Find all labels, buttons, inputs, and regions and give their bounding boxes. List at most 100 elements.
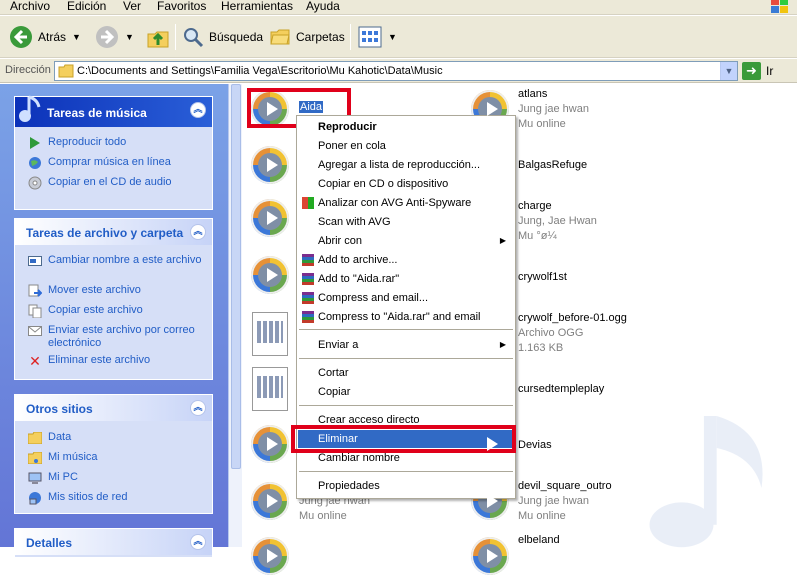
menu-item-add-playlist[interactable]: Agregar a lista de reproducción... (298, 156, 514, 174)
folder-icon (58, 64, 74, 78)
other-places-header[interactable]: Otros sitios ︽ (15, 395, 212, 421)
back-dropdown-icon[interactable]: ▼ (72, 32, 81, 42)
forward-dropdown-icon[interactable]: ▼ (125, 32, 134, 42)
file-item[interactable] (252, 312, 288, 356)
file-tasks-header[interactable]: Tareas de archivo y carpeta ︽ (15, 219, 212, 245)
rename-file-link[interactable]: Cambiar nombre a este archivo (27, 254, 202, 268)
place-network-link[interactable]: Mis sitios de red (27, 491, 127, 505)
menu-bar: Archivo Edición Ver Favoritos Herramient… (0, 0, 797, 15)
details-header[interactable]: Detalles ︽ (15, 529, 212, 555)
file-item[interactable] (251, 199, 289, 237)
place-my-pc-link[interactable]: Mi PC (27, 471, 78, 485)
menu-item-play[interactable]: Reproducir (298, 118, 514, 136)
file-item[interactable] (251, 146, 289, 184)
winrar-icon (302, 292, 314, 304)
file-item-elbeland[interactable] (471, 537, 509, 575)
address-dropdown-icon[interactable]: ▼ (720, 62, 737, 80)
winrar-icon (302, 311, 314, 323)
toolbar: Atrás ▼ ▼ Búsqueda Carpetas ▼ (0, 16, 797, 58)
forward-arrow-icon (96, 26, 118, 48)
file-item[interactable] (252, 367, 288, 411)
play-all-link[interactable]: Reproducir todo (27, 136, 126, 150)
views-dropdown-icon: ▼ (388, 32, 397, 42)
menu-item-copy-cd[interactable]: Copiar en CD o dispositivo (298, 175, 514, 193)
forward-button[interactable]: ▼ (95, 22, 134, 52)
views-button[interactable]: ▼ (358, 22, 397, 52)
delete-file-label: Eliminar este archivo (48, 354, 151, 366)
menu-favoritos[interactable]: Favoritos (157, 0, 206, 13)
menu-item-open-with[interactable]: Abrir con ▶ (298, 232, 514, 250)
file-name[interactable]: BalgasRefuge (518, 159, 587, 171)
music-folder-icon (27, 451, 43, 465)
menu-item-scan-avg[interactable]: Scan with AVG (298, 213, 514, 231)
go-arrow-icon: ➜ (742, 62, 761, 80)
address-input[interactable]: C:\Documents and Settings\Familia Vega\E… (54, 61, 738, 81)
menu-herramientas[interactable]: Herramientas (221, 0, 293, 13)
file-artist: Jung jae hwan (518, 103, 589, 115)
rename-file-label: Cambiar nombre a este archivo (48, 254, 202, 266)
file-name[interactable]: crywolf_before-01.ogg (518, 312, 627, 324)
file-name[interactable]: elbeland (518, 534, 560, 546)
buy-music-link[interactable]: Comprar música en línea (27, 156, 171, 170)
collapse-chevron-icon[interactable]: ︽ (190, 102, 206, 118)
collapse-chevron-icon[interactable]: ︽ (190, 224, 206, 240)
menu-item-avg-antispyware[interactable]: Analizar con AVG Anti-Spyware (298, 194, 514, 212)
menu-item-copy[interactable]: Copiar (298, 383, 514, 401)
address-label: Dirección (5, 64, 51, 76)
menu-item-add-to-rar[interactable]: Add to "Aida.rar" (298, 270, 514, 288)
collapse-chevron-icon[interactable]: ︽ (190, 400, 206, 416)
folders-button[interactable]: Carpetas (269, 22, 345, 52)
search-button[interactable]: Búsqueda (182, 22, 263, 52)
menu-item-add-archive[interactable]: Add to archive... (298, 251, 514, 269)
go-button[interactable]: ➜ Ir (742, 61, 773, 81)
menu-item-compress-rar-email[interactable]: Compress to "Aida.rar" and email (298, 308, 514, 326)
menu-edicion[interactable]: Edición (67, 0, 106, 13)
delete-file-link[interactable]: ✕ Eliminar este archivo (27, 353, 151, 369)
copy-file-link[interactable]: Copiar este archivo (27, 304, 143, 318)
file-item[interactable] (251, 425, 289, 463)
copy-audio-cd-link[interactable]: Copiar en el CD de audio (27, 176, 172, 190)
file-item[interactable] (251, 537, 289, 575)
file-name[interactable]: charge (518, 200, 552, 212)
buy-music-label: Comprar música en línea (48, 156, 171, 168)
file-item[interactable] (251, 482, 289, 520)
media-player-icon (251, 199, 289, 237)
collapse-chevron-icon[interactable]: ︽ (190, 534, 206, 550)
cd-icon (27, 176, 43, 190)
menu-ayuda[interactable]: Ayuda (306, 0, 340, 13)
file-name[interactable]: crywolf1st (518, 271, 567, 283)
globe-icon (27, 156, 43, 170)
menu-item-properties[interactable]: Propiedades (298, 477, 514, 495)
music-tasks-title: Tareas de música (47, 106, 147, 120)
file-name[interactable]: devil_square_outro (518, 480, 612, 492)
search-label: Búsqueda (209, 30, 264, 44)
email-file-link[interactable]: Enviar este archivo por correo electróni… (27, 324, 205, 350)
file-name[interactable]: Devias (518, 439, 552, 451)
menu-item-compress-email[interactable]: Compress and email... (298, 289, 514, 307)
back-arrow-icon (10, 26, 32, 48)
menu-item-enqueue[interactable]: Poner en cola (298, 137, 514, 155)
pane-scrollbar[interactable] (228, 84, 242, 547)
file-item[interactable] (251, 256, 289, 294)
menu-item-cut[interactable]: Cortar (298, 364, 514, 382)
file-name[interactable]: cursedtempleplay (518, 383, 604, 395)
move-file-link[interactable]: Mover este archivo (27, 284, 141, 298)
back-button[interactable]: Atrás ▼ (9, 22, 81, 52)
media-player-icon (251, 256, 289, 294)
menu-ver[interactable]: Ver (123, 0, 141, 13)
place-data-link[interactable]: Data (27, 431, 71, 445)
up-folder-button[interactable] (145, 22, 171, 52)
network-icon (27, 491, 43, 505)
winrar-icon (302, 273, 314, 285)
email-icon (27, 324, 43, 338)
menu-item-send-to[interactable]: Enviar a ▶ (298, 336, 514, 354)
copy-file-label: Copiar este archivo (48, 304, 143, 316)
media-player-icon (251, 537, 289, 575)
menu-archivo[interactable]: Archivo (10, 0, 50, 13)
music-watermark-icon (649, 416, 763, 548)
place-my-music-link[interactable]: Mi música (27, 451, 98, 465)
music-tasks-header[interactable]: Tareas de música ︽ (15, 95, 212, 127)
file-name[interactable]: atlans (518, 88, 547, 100)
rename-icon (27, 254, 43, 268)
scroll-thumb[interactable] (231, 84, 241, 469)
